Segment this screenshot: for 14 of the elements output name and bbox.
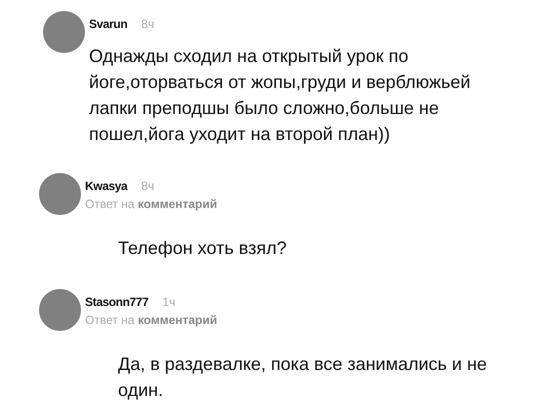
reply-to-label: Ответ на комментарий xyxy=(85,197,218,211)
comment-time: 8ч xyxy=(141,179,154,193)
author-name[interactable]: Svarun xyxy=(89,17,128,31)
avatar xyxy=(39,173,81,215)
reply-to-label: Ответ на комментарий xyxy=(85,313,218,327)
author-name[interactable]: Kwasya xyxy=(85,179,128,193)
comment-text: Однажды сходил на открытый урок по йоге,оторваться от жопы,груди и верблюжьей лапки преподшы было сложно,больше не пошел,йога уходит на второй план)) xyxy=(89,45,472,146)
comment-time: 1ч xyxy=(162,295,176,309)
comment-text: Телефон хоть взял? xyxy=(118,237,288,260)
avatar xyxy=(39,289,81,331)
comment-text: Да, в раздевалке, пока все занимались и не один. xyxy=(118,353,488,402)
author-name[interactable]: Stasonn777 xyxy=(85,295,148,309)
avatar xyxy=(43,11,85,53)
comment-time: 8ч xyxy=(141,17,154,31)
